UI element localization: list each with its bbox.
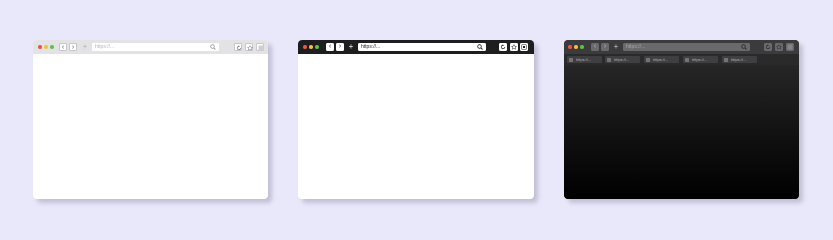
tab-favicon-icon — [569, 57, 573, 62]
search-icon[interactable] — [210, 44, 216, 50]
star-icon — [247, 45, 253, 51]
browser-toolbar: ‹ › + https://... — [564, 40, 799, 54]
browser-window-black-toolbar: ‹ › + https://... — [298, 40, 534, 199]
forward-arrow-icon: › — [71, 44, 75, 51]
back-arrow-icon: ‹ — [593, 43, 597, 50]
browser-tab[interactable]: https://... — [567, 56, 602, 63]
address-bar-placeholder: https://... — [361, 44, 381, 50]
tab-label: https://... — [614, 57, 630, 62]
minimize-window-dot[interactable] — [44, 45, 48, 49]
minimize-window-dot[interactable] — [574, 45, 578, 49]
search-icon[interactable] — [741, 44, 747, 50]
extensions-icon — [521, 44, 527, 50]
back-button[interactable]: ‹ — [591, 43, 599, 51]
back-arrow-icon: ‹ — [61, 44, 65, 51]
tab-favicon-icon — [685, 57, 689, 62]
tab-favicon-icon — [646, 57, 650, 62]
close-window-dot[interactable] — [38, 45, 42, 49]
browser-tab[interactable]: https://... — [683, 56, 718, 63]
browser-tab[interactable]: https://... — [722, 56, 757, 63]
tab-favicon-icon — [607, 57, 611, 62]
reload-button[interactable] — [234, 43, 242, 51]
back-button[interactable]: ‹ — [59, 43, 67, 51]
new-tab-button[interactable]: + — [612, 42, 620, 51]
forward-arrow-icon: › — [338, 43, 342, 50]
bookmark-button[interactable] — [245, 43, 253, 51]
reload-button[interactable] — [499, 43, 507, 51]
maximize-window-dot[interactable] — [580, 45, 584, 49]
close-window-dot[interactable] — [568, 45, 572, 49]
browser-tab[interactable]: https://... — [644, 56, 679, 63]
star-icon — [776, 44, 782, 50]
tab-label: https://... — [692, 57, 708, 62]
search-icon[interactable] — [477, 44, 483, 50]
tab-label: https://... — [731, 57, 747, 62]
maximize-window-dot[interactable] — [50, 45, 54, 49]
address-bar-placeholder: https://... — [95, 44, 115, 50]
new-tab-plus-icon: + — [348, 42, 354, 51]
address-bar[interactable]: https://... — [92, 43, 219, 51]
extensions-button[interactable] — [256, 43, 264, 51]
extensions-button[interactable] — [520, 43, 528, 51]
back-arrow-icon: ‹ — [328, 43, 332, 50]
extensions-icon — [258, 45, 264, 51]
back-button[interactable]: ‹ — [326, 43, 334, 51]
page-content-area[interactable] — [298, 54, 534, 199]
address-bar[interactable]: https://... — [358, 43, 486, 51]
extensions-button[interactable] — [786, 43, 794, 51]
page-content-area[interactable] — [33, 54, 268, 199]
new-tab-button[interactable]: + — [347, 42, 355, 51]
bookmark-button[interactable] — [510, 43, 518, 51]
browser-toolbar: ‹ › + https://... — [298, 40, 534, 54]
address-bar[interactable]: https://... — [623, 43, 750, 51]
page-content-area[interactable] — [564, 65, 799, 199]
forward-button[interactable]: › — [601, 43, 609, 51]
forward-arrow-icon: › — [603, 43, 607, 50]
forward-button[interactable]: › — [69, 43, 77, 51]
new-tab-button[interactable]: + — [81, 42, 89, 51]
reload-icon — [500, 44, 506, 50]
reload-icon — [236, 45, 242, 51]
minimize-window-dot[interactable] — [309, 45, 313, 49]
reload-button[interactable] — [764, 43, 772, 51]
new-tab-plus-icon: + — [613, 42, 619, 51]
tab-label: https://... — [576, 57, 592, 62]
browser-window-light: ‹ › + https://... — [33, 40, 268, 199]
address-bar-placeholder: https://... — [626, 44, 646, 50]
tab-label: https://... — [653, 57, 669, 62]
extensions-icon — [787, 44, 793, 50]
bookmark-button[interactable] — [775, 43, 783, 51]
close-window-dot[interactable] — [303, 45, 307, 49]
star-icon — [511, 44, 517, 50]
tab-strip: https://... https://... https://... http… — [564, 54, 799, 65]
tab-favicon-icon — [724, 57, 728, 62]
browser-window-dark: ‹ › + https://... https://... https://..… — [564, 40, 799, 199]
new-tab-plus-icon: + — [82, 42, 88, 51]
reload-icon — [765, 44, 771, 50]
maximize-window-dot[interactable] — [315, 45, 319, 49]
browser-toolbar: ‹ › + https://... — [33, 40, 268, 54]
browser-tab[interactable]: https://... — [605, 56, 640, 63]
forward-button[interactable]: › — [336, 43, 344, 51]
